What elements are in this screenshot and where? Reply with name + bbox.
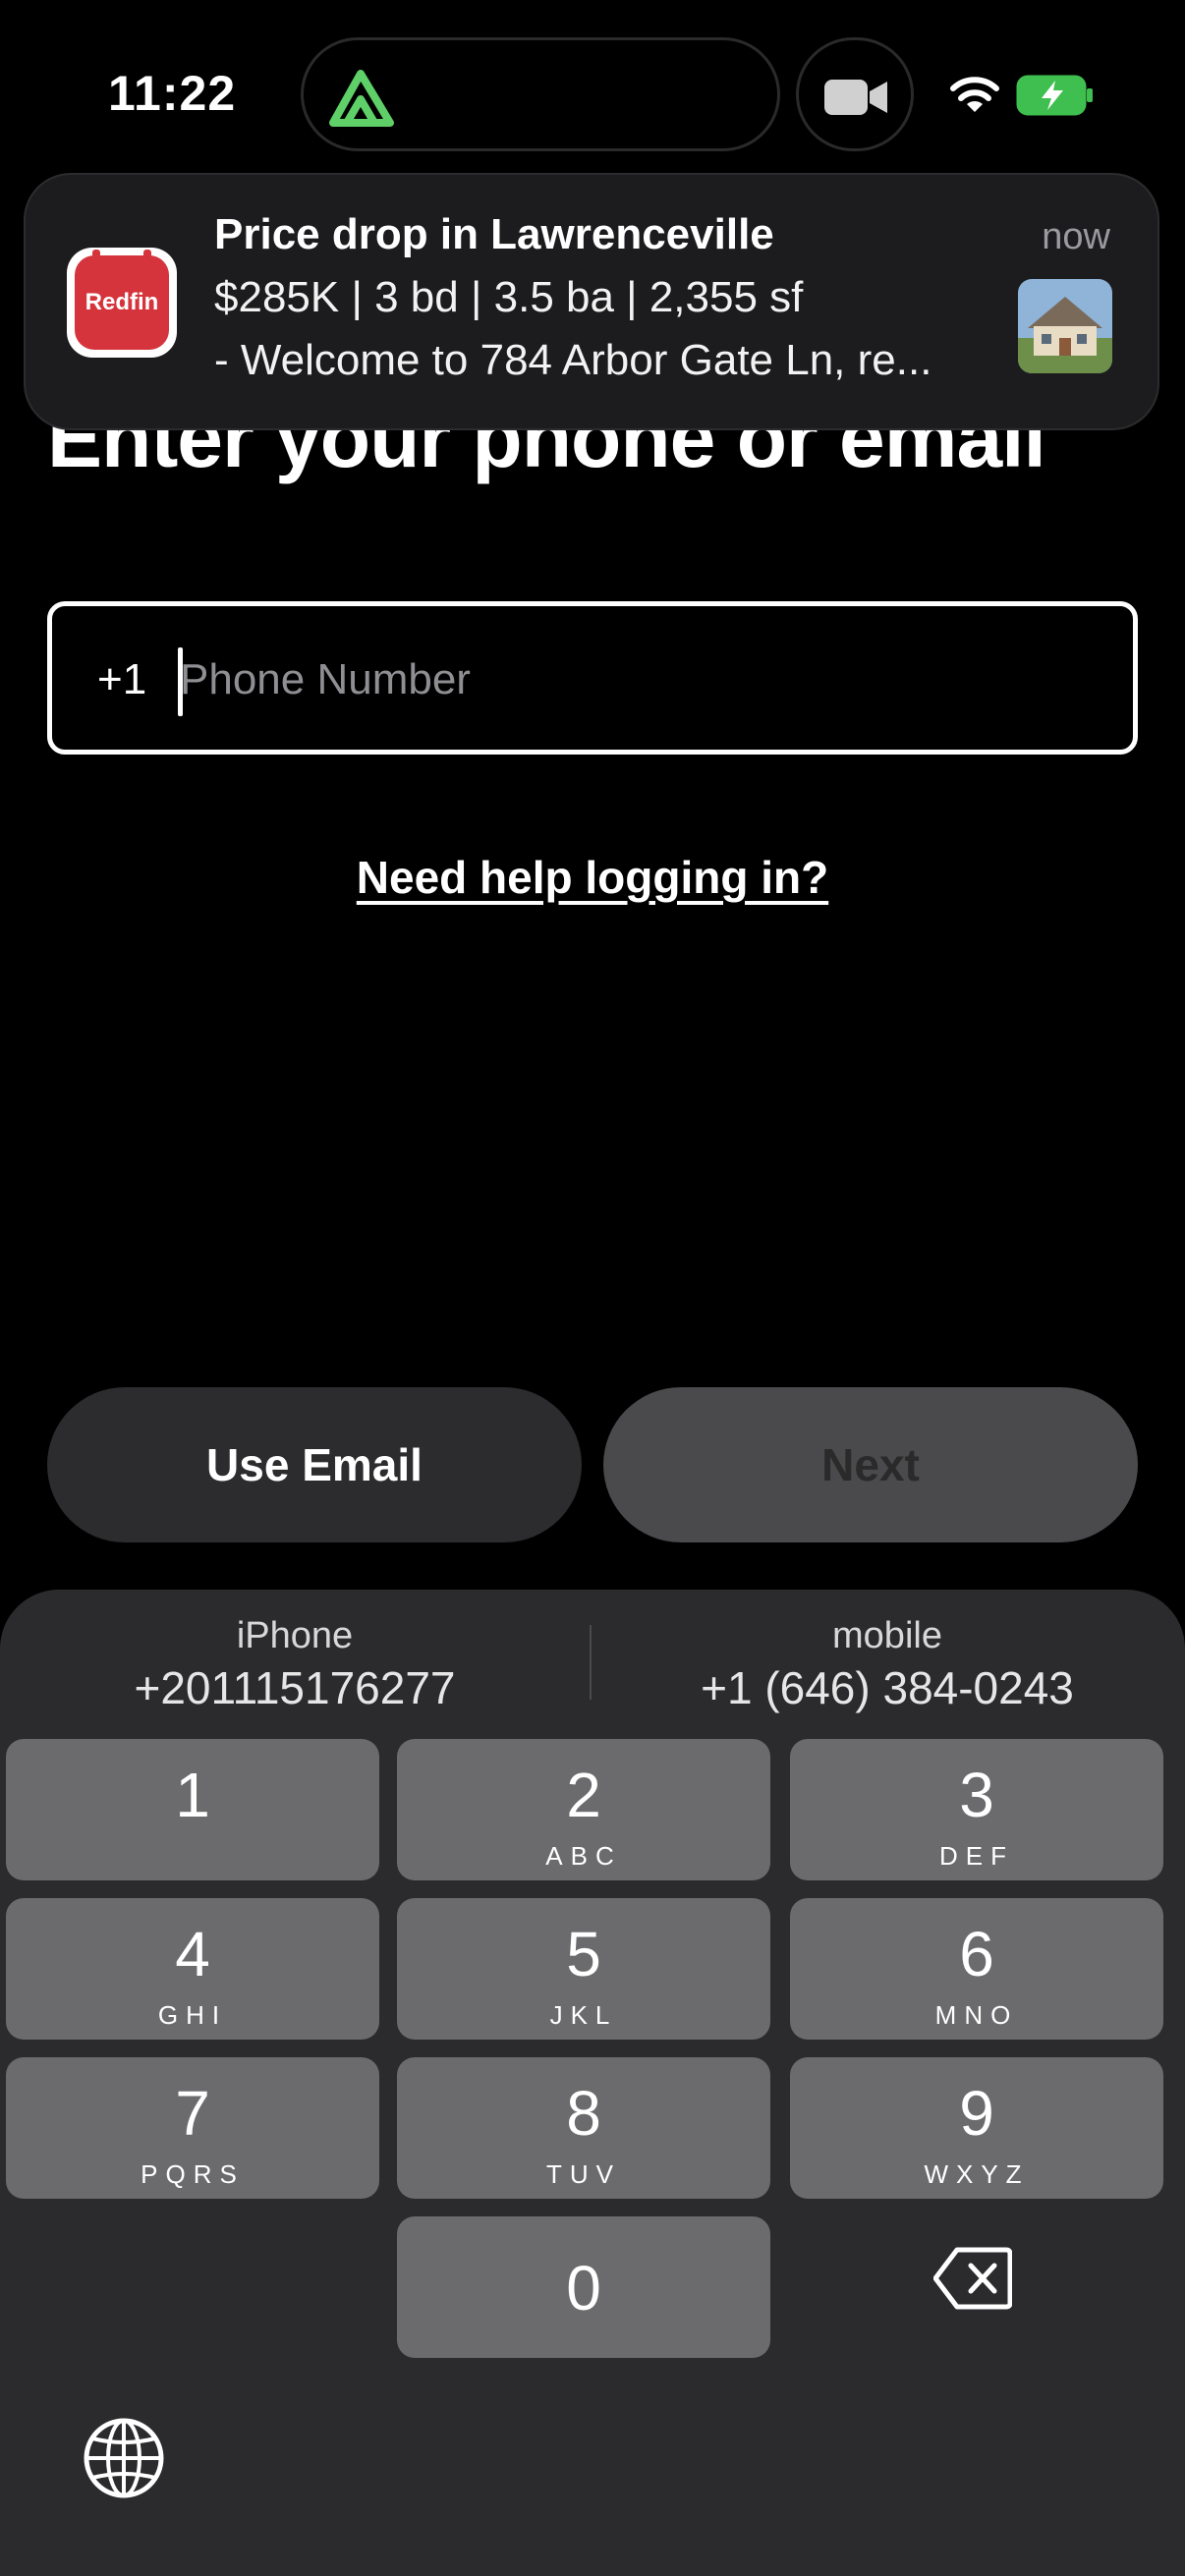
key-digit: 5 [566, 1919, 601, 1989]
video-camera-icon [824, 80, 887, 115]
key-letters: WXYZ [924, 2159, 1030, 2189]
peak-app-icon [329, 70, 394, 127]
use-email-button[interactable]: Use Email [47, 1387, 582, 1542]
key-digit: 2 [566, 1760, 601, 1830]
contact-suggestion-mobile[interactable]: mobile +1 (646) 384-0243 [592, 1615, 1182, 1714]
help-login-link[interactable]: Need help logging in? [0, 851, 1185, 904]
next-button[interactable]: Next [603, 1387, 1138, 1542]
key-2[interactable]: 2 ABC [397, 1739, 770, 1880]
house-thumbnail [1018, 279, 1112, 373]
suggestion-number: +1 (646) 384-0243 [701, 1662, 1074, 1713]
key-6[interactable]: 6 MNO [790, 1898, 1163, 2040]
key-3[interactable]: 3 DEF [790, 1739, 1163, 1880]
key-4[interactable]: 4 GHI [6, 1898, 379, 2040]
backspace-icon[interactable] [933, 2246, 1012, 2311]
suggestion-label: iPhone [236, 1615, 354, 1656]
dynamic-island [301, 37, 780, 151]
key-5[interactable]: 5 JKL [397, 1898, 770, 2040]
notification-title: Price drop in Lawrenceville [214, 210, 774, 258]
phone-placeholder: Phone Number [180, 655, 471, 703]
battery-charging-icon [1016, 75, 1093, 116]
key-digit: 7 [175, 2078, 210, 2149]
app-icon-label: Redfin [75, 250, 169, 350]
key-8[interactable]: 8 TUV [397, 2057, 770, 2199]
wifi-icon [950, 77, 999, 112]
key-0[interactable]: 0 [397, 2216, 770, 2358]
redfin-app-icon: Redfin [67, 248, 177, 358]
contact-suggestion-iphone[interactable]: iPhone +201115176277 [0, 1615, 590, 1714]
key-letters: JKL [549, 2000, 618, 2030]
key-letters: TUV [546, 2159, 621, 2189]
key-9[interactable]: 9 WXYZ [790, 2057, 1163, 2199]
key-letters: DEF [939, 1841, 1014, 1871]
key-digit: 3 [959, 1760, 994, 1830]
country-code[interactable]: +1 [97, 655, 146, 704]
key-digit: 4 [175, 1919, 210, 1989]
notification-body-line2: - Welcome to 784 Arbor Gate Ln, re... [214, 336, 932, 384]
key-digit: 8 [566, 2078, 601, 2149]
key-1[interactable]: 1 [6, 1739, 379, 1880]
suggestion-divider [590, 1625, 592, 1700]
camera-indicator [796, 37, 914, 151]
key-letters: ABC [545, 1841, 622, 1871]
notification-body-line1: $285K | 3 bd | 3.5 ba | 2,355 sf [214, 273, 804, 321]
status-time: 11:22 [108, 66, 237, 121]
suggestion-label: mobile [832, 1615, 942, 1656]
suggestion-number: +201115176277 [134, 1662, 456, 1713]
globe-icon[interactable] [83, 2417, 165, 2499]
key-7[interactable]: 7 PQRS [6, 2057, 379, 2199]
notification-banner[interactable]: Redfin Price drop in Lawrenceville $285K… [24, 173, 1159, 430]
phone-number-field[interactable]: +1 Phone Number [47, 601, 1138, 755]
key-digit: 9 [959, 2078, 994, 2149]
key-letters: GHI [157, 2000, 228, 2030]
key-digit: 0 [566, 2253, 601, 2324]
key-digit: 6 [959, 1919, 994, 1989]
key-letters: PQRS [141, 2159, 245, 2189]
key-digit: 1 [175, 1760, 210, 1830]
notification-time: now [1042, 216, 1110, 257]
numeric-keyboard: iPhone +201115176277 mobile +1 (646) 384… [0, 1590, 1185, 2576]
key-letters: MNO [934, 2000, 1019, 2030]
